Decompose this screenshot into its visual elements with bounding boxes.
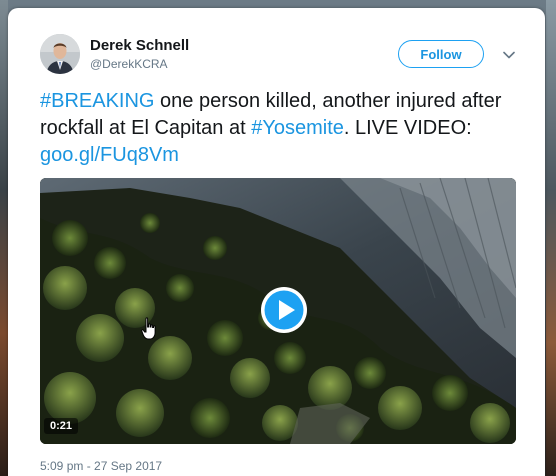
tweet-card: Derek Schnell @DerekKCRA Follow #BREAKIN…: [8, 8, 545, 476]
hashtag-yosemite[interactable]: #Yosemite: [251, 117, 344, 139]
tweet-timestamp[interactable]: 5:09 pm - 27 Sep 2017: [40, 459, 162, 473]
hashtag-breaking[interactable]: #BREAKING: [40, 90, 154, 112]
author-display-name[interactable]: Derek Schnell: [90, 37, 189, 54]
video-player[interactable]: 0:21: [40, 178, 516, 444]
play-icon[interactable]: [260, 286, 308, 334]
background-left: [0, 0, 8, 476]
video-duration: 0:21: [44, 418, 79, 434]
tweet-link[interactable]: goo.gl/FUq8Vm: [40, 144, 179, 166]
follow-button[interactable]: Follow: [398, 40, 484, 68]
avatar-portrait: [40, 34, 80, 74]
tweet-text: #BREAKING one person killed, another inj…: [40, 88, 510, 169]
avatar[interactable]: [40, 34, 80, 74]
background-right: [546, 0, 556, 476]
author-handle[interactable]: @DerekKCRA: [90, 57, 168, 71]
chevron-down-icon[interactable]: [502, 48, 516, 62]
tweet-text-segment: . LIVE VIDEO:: [343, 117, 472, 139]
hand-cursor-icon: [141, 317, 159, 341]
